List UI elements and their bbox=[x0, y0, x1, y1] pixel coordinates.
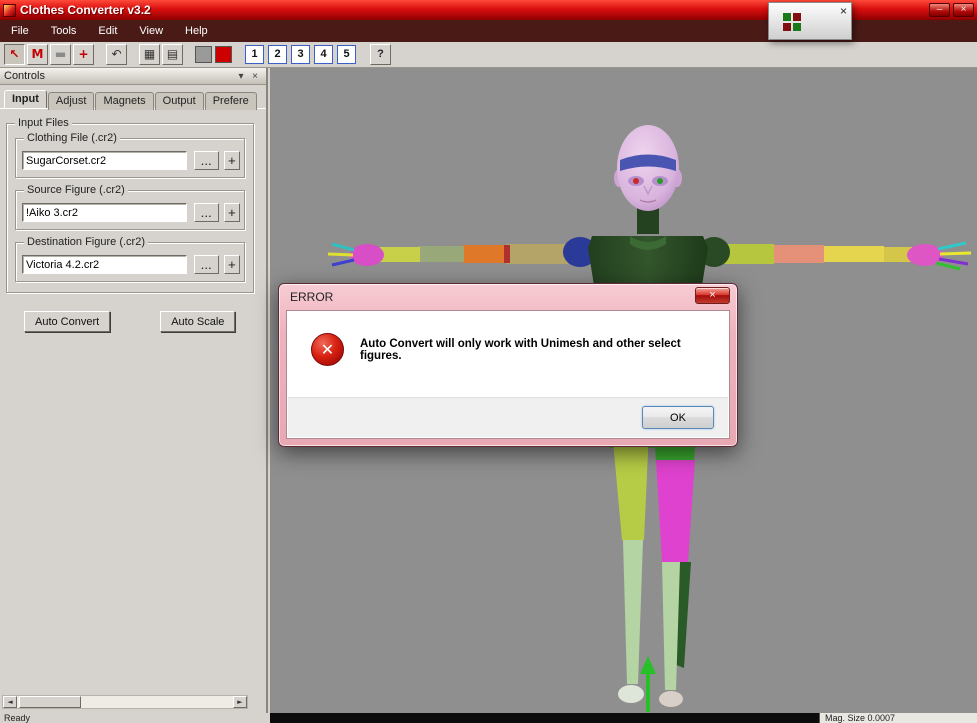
dialog-title-bar[interactable]: ERROR × bbox=[279, 284, 737, 310]
panel-title: Controls bbox=[4, 70, 45, 82]
cascade-squares-icon bbox=[783, 13, 801, 31]
tab-input[interactable]: Input bbox=[4, 90, 47, 108]
status-left-text: Ready bbox=[0, 713, 270, 723]
destination-add-button[interactable]: + bbox=[223, 255, 240, 274]
ok-button[interactable]: OK bbox=[642, 406, 714, 429]
source-figure-input[interactable] bbox=[22, 203, 187, 222]
magnet-tool-icon[interactable]: M bbox=[27, 44, 48, 65]
dialog-body: ✕ Auto Convert will only work with Unime… bbox=[286, 310, 730, 439]
tab-adjust[interactable]: Adjust bbox=[47, 92, 95, 110]
mini-close-icon[interactable]: × bbox=[840, 5, 847, 17]
dialog-message: Auto Convert will only work with Unimesh… bbox=[360, 337, 681, 362]
close-button[interactable]: × bbox=[953, 3, 974, 17]
clothing-file-input[interactable] bbox=[22, 151, 187, 170]
panel-tabs: Input Adjust Magnets Output Prefere bbox=[0, 85, 266, 110]
help-icon[interactable]: ? bbox=[370, 44, 391, 65]
floating-tool-window[interactable]: × bbox=[768, 2, 852, 40]
menu-help[interactable]: Help bbox=[174, 22, 219, 40]
clothing-file-group: Clothing File (.cr2) ... + bbox=[15, 132, 245, 178]
status-bar: Ready Mag. Size 0.0007 bbox=[0, 713, 977, 723]
clothing-add-button[interactable]: + bbox=[223, 151, 240, 170]
source-figure-group: Source Figure (.cr2) ... + bbox=[15, 184, 245, 230]
scrollbar-track[interactable] bbox=[81, 696, 233, 708]
undo-icon[interactable]: ↶ bbox=[106, 44, 127, 65]
auto-scale-button[interactable]: Auto Scale bbox=[160, 311, 236, 332]
grid-view-icon[interactable]: ▦ bbox=[139, 44, 160, 65]
status-right-text: Mag. Size 0.0007 bbox=[819, 713, 977, 723]
destination-figure-label: Destination Figure (.cr2) bbox=[24, 236, 148, 248]
view-preset-5-button[interactable]: 5 bbox=[337, 45, 356, 64]
auto-convert-button[interactable]: Auto Convert bbox=[24, 311, 111, 332]
window-title: Clothes Converter v3.2 bbox=[20, 3, 151, 17]
scrollbar-thumb[interactable] bbox=[19, 696, 81, 708]
destination-figure-input[interactable] bbox=[22, 255, 187, 274]
status-divider bbox=[270, 713, 819, 723]
input-files-label: Input Files bbox=[15, 117, 72, 129]
scroll-left-icon[interactable]: ◄ bbox=[3, 696, 17, 708]
red-color-swatch[interactable] bbox=[215, 46, 232, 63]
error-dialog: ERROR × ✕ Auto Convert will only work wi… bbox=[278, 283, 738, 447]
view-preset-4-button[interactable]: 4 bbox=[314, 45, 333, 64]
move-tool-icon[interactable]: + bbox=[73, 44, 94, 65]
tab-preferences[interactable]: Prefere bbox=[204, 92, 257, 110]
app-icon bbox=[3, 3, 16, 17]
panel-header[interactable]: Controls ▾ × bbox=[0, 68, 266, 85]
pointer-tool-icon[interactable]: ↖ bbox=[4, 44, 25, 65]
minimize-button[interactable]: – bbox=[929, 3, 950, 17]
menu-view[interactable]: View bbox=[128, 22, 174, 40]
panel-horizontal-scrollbar[interactable]: ◄ ► bbox=[2, 695, 248, 709]
view-preset-3-button[interactable]: 3 bbox=[291, 45, 310, 64]
source-figure-label: Source Figure (.cr2) bbox=[24, 184, 128, 196]
source-browse-button[interactable]: ... bbox=[193, 203, 219, 222]
menu-file[interactable]: File bbox=[0, 22, 40, 40]
tab-magnets[interactable]: Magnets bbox=[95, 92, 154, 110]
dialog-close-icon[interactable]: × bbox=[695, 287, 730, 304]
destination-figure-group: Destination Figure (.cr2) ... + bbox=[15, 236, 245, 282]
panes-view-icon[interactable]: ▤ bbox=[162, 44, 183, 65]
gray-color-swatch[interactable] bbox=[195, 46, 212, 63]
scroll-right-icon[interactable]: ► bbox=[233, 696, 247, 708]
clothing-file-label: Clothing File (.cr2) bbox=[24, 132, 120, 144]
main-toolbar: ↖ M ▬ + ↶ ▦ ▤ 1 2 3 4 5 ? bbox=[0, 42, 977, 68]
menu-edit[interactable]: Edit bbox=[87, 22, 128, 40]
clothing-browse-button[interactable]: ... bbox=[193, 151, 219, 170]
tab-output[interactable]: Output bbox=[154, 92, 204, 110]
dialog-title: ERROR bbox=[290, 290, 334, 304]
brush-tool-icon[interactable]: ▬ bbox=[50, 44, 71, 65]
view-preset-2-button[interactable]: 2 bbox=[268, 45, 287, 64]
dialog-footer: OK bbox=[288, 397, 728, 437]
controls-panel: Controls ▾ × Input Adjust Magnets Output… bbox=[0, 68, 268, 713]
panel-close-icon[interactable]: × bbox=[248, 71, 262, 82]
error-x-icon: ✕ bbox=[311, 333, 344, 366]
input-files-group: Input Files Clothing File (.cr2) ... + S… bbox=[6, 117, 254, 293]
app-window: Clothes Converter v3.2 – × File Tools Ed… bbox=[0, 0, 977, 723]
destination-browse-button[interactable]: ... bbox=[193, 255, 219, 274]
panel-pin-icon[interactable]: ▾ bbox=[234, 71, 248, 82]
source-add-button[interactable]: + bbox=[223, 203, 240, 222]
menu-tools[interactable]: Tools bbox=[40, 22, 88, 40]
view-preset-1-button[interactable]: 1 bbox=[245, 45, 264, 64]
